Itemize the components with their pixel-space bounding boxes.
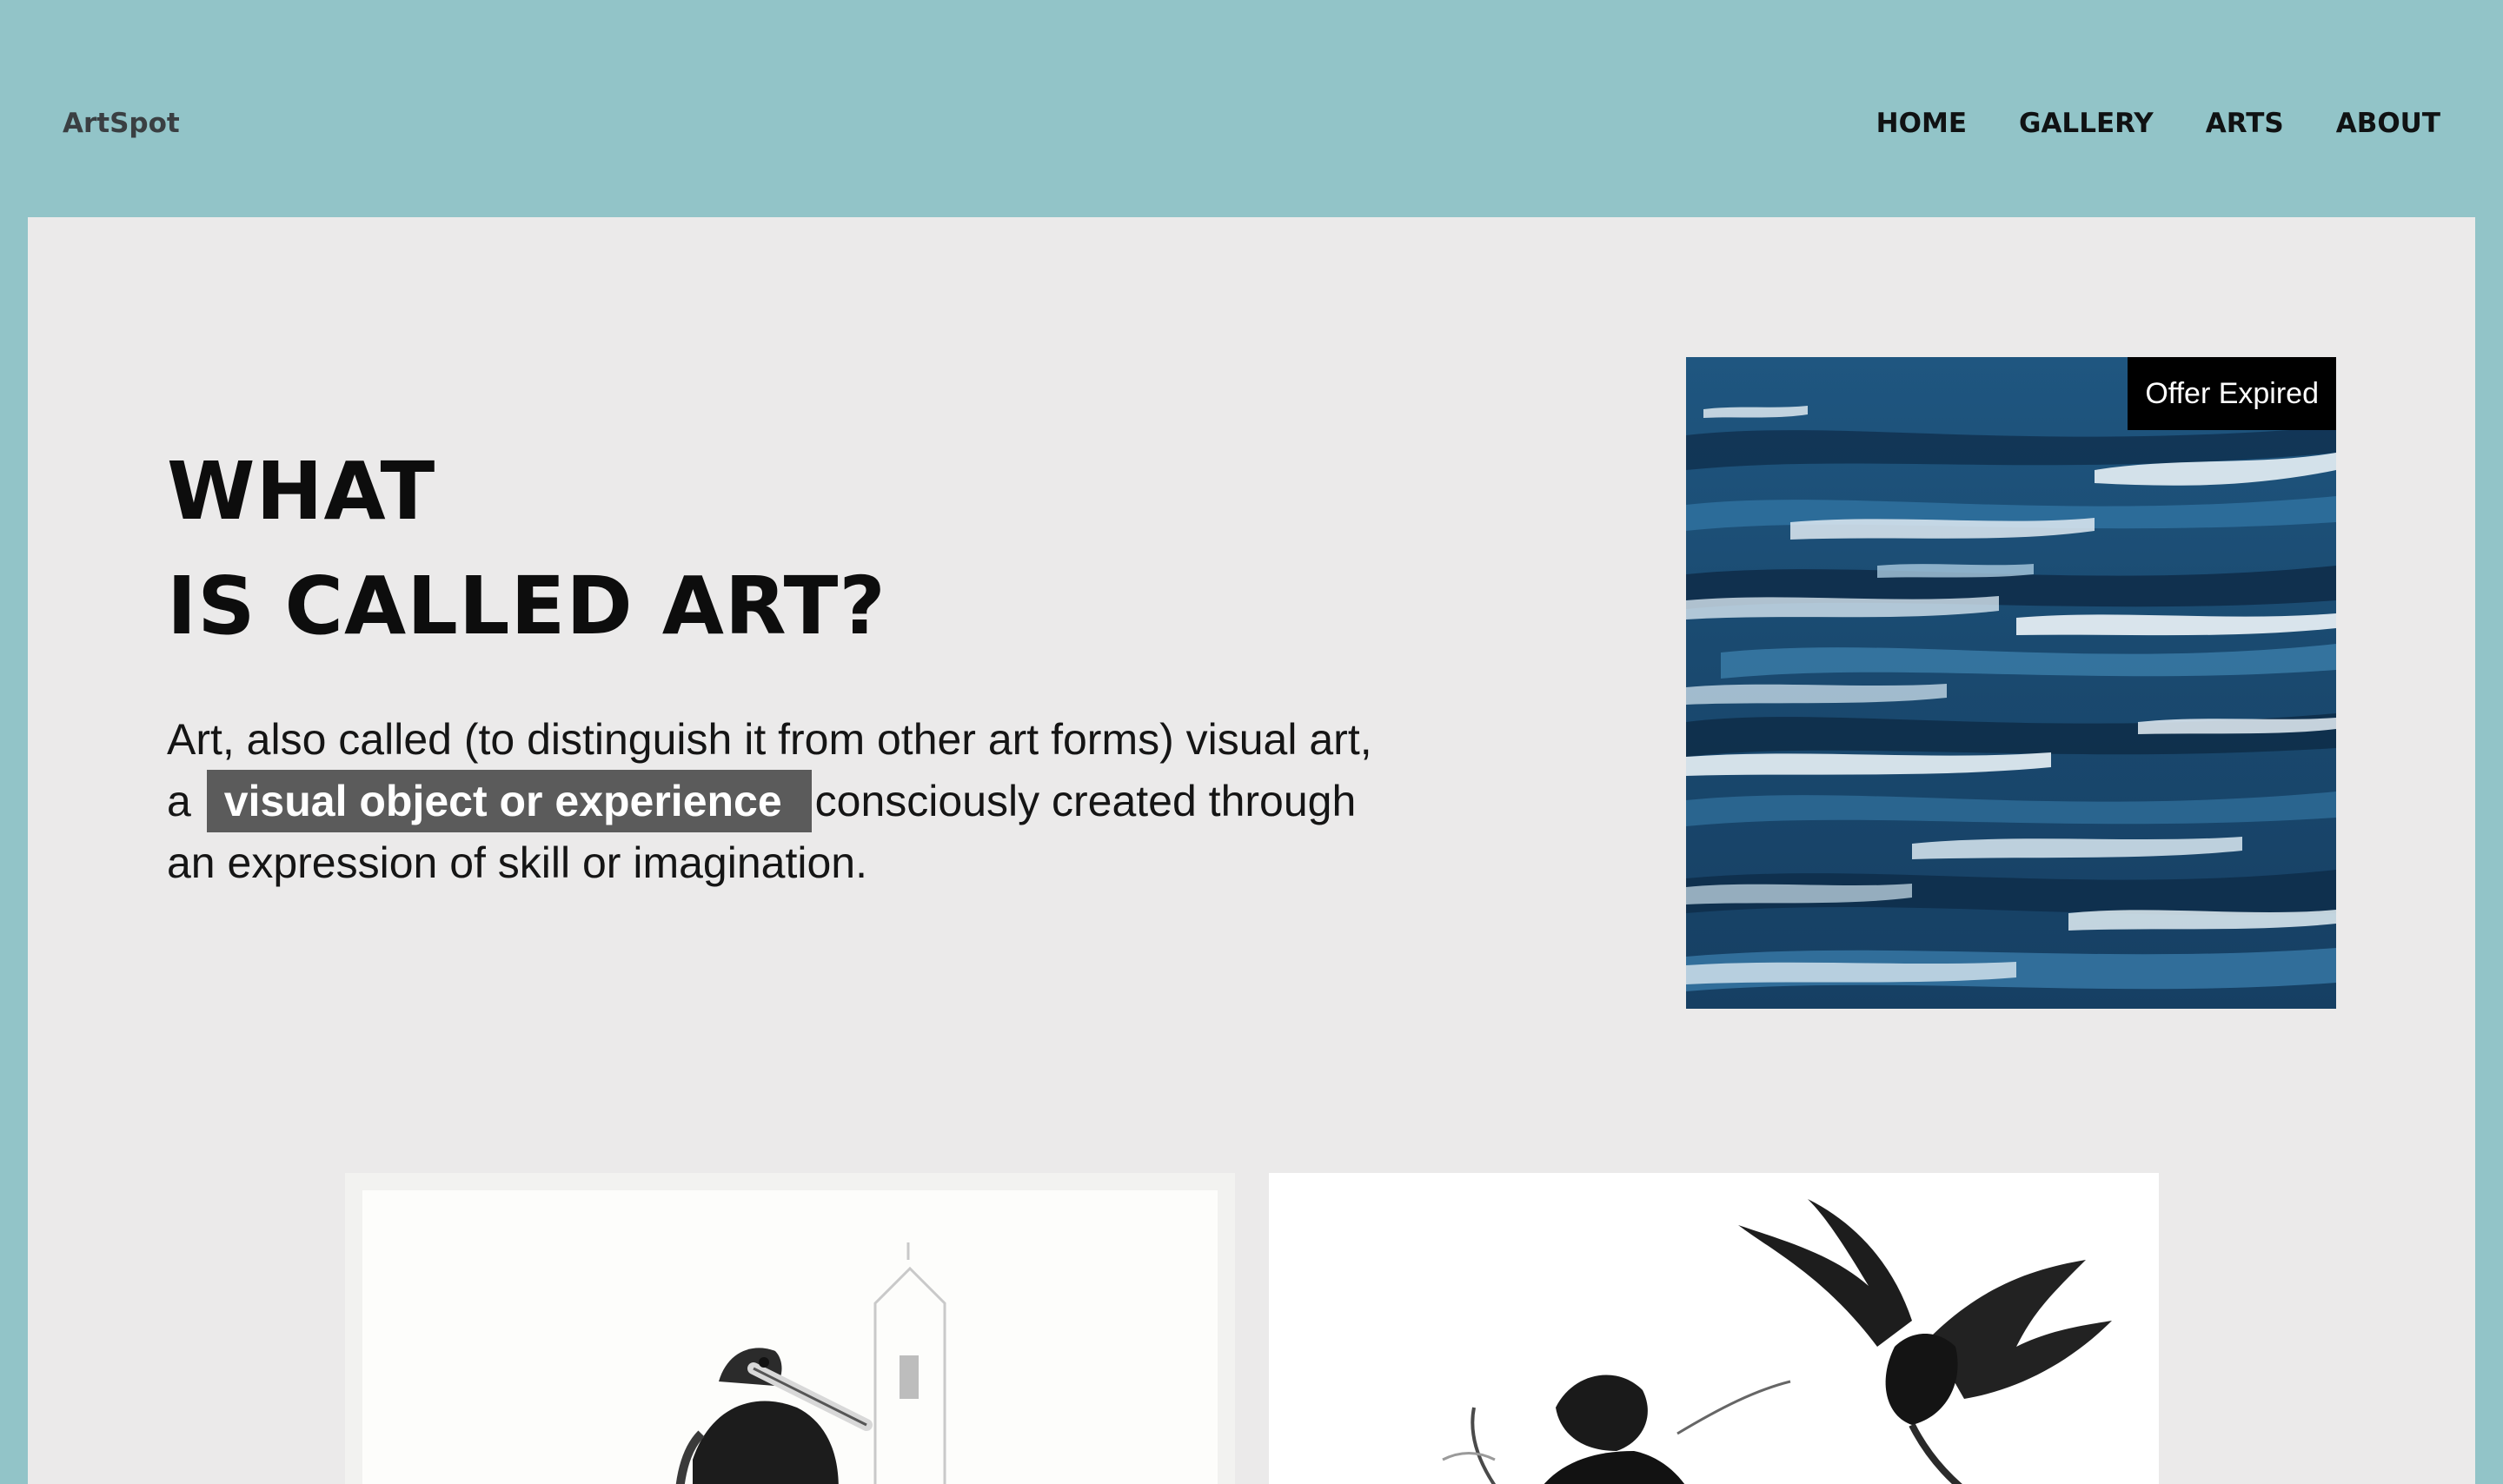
- hero-title-line-1: WHAT: [167, 445, 436, 538]
- brand-logo[interactable]: ArtSpot: [63, 104, 180, 142]
- featured-painting[interactable]: Offer Expired: [1686, 357, 2336, 1009]
- gallery-thumbnail-2[interactable]: [1269, 1173, 2159, 1484]
- main-content: WHAT IS CALLED ART? Art, also called (to…: [28, 217, 2475, 1484]
- hero-title-line-2: IS CALLED ART?: [167, 560, 886, 653]
- main-nav: HOME GALLERY ARTS ABOUT: [1876, 104, 2440, 142]
- site-header: ArtSpot HOME GALLERY ARTS ABOUT: [0, 0, 2503, 217]
- nav-home[interactable]: HOME: [1876, 104, 1967, 142]
- hero-description: Art, also called (to distinguish it from…: [167, 709, 1384, 893]
- abstract-ocean-painting: [1686, 357, 2336, 1009]
- gallery-thumbnail-1[interactable]: [345, 1173, 1235, 1484]
- hero-text-highlight: visual object or experience: [206, 770, 812, 832]
- knight-sketch-image: [675, 1242, 946, 1484]
- nav-arts[interactable]: ARTS: [2206, 104, 2284, 142]
- hero-title: WHAT IS CALLED ART?: [167, 434, 886, 664]
- warrior-eagle-sketch-image: [1442, 1199, 2112, 1484]
- nav-gallery[interactable]: GALLERY: [2019, 104, 2154, 142]
- nav-about[interactable]: ABOUT: [2336, 104, 2440, 142]
- offer-expired-badge: Offer Expired: [2128, 357, 2336, 430]
